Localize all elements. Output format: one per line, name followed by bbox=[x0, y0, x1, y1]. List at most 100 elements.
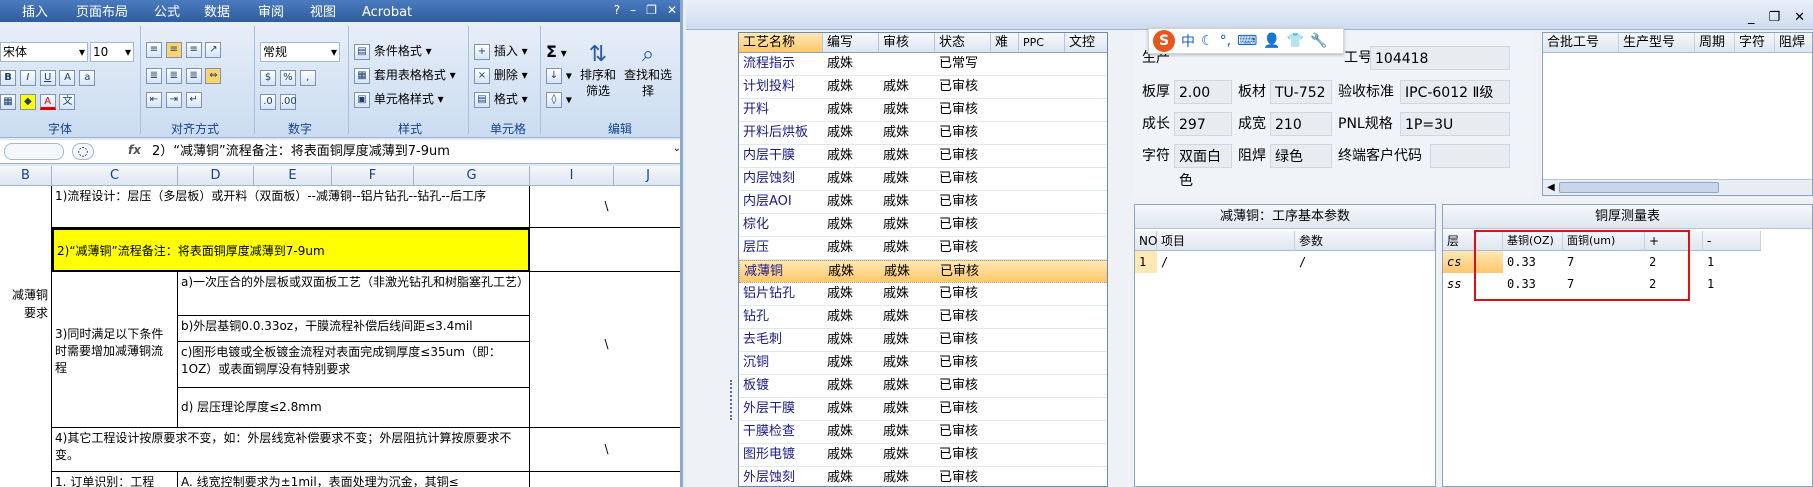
fill-button[interactable]: ↓ ▾ bbox=[546, 68, 572, 84]
help-icon[interactable]: ? bbox=[614, 3, 620, 17]
grow-font-icon[interactable]: A bbox=[59, 70, 76, 86]
sort-filter-button[interactable]: ⇅ 排序和筛选 bbox=[576, 42, 620, 99]
width-field[interactable]: 210 bbox=[1270, 112, 1332, 136]
plus-tol-cell[interactable]: 2 bbox=[1645, 251, 1703, 273]
merge-center-icon[interactable]: ⇔ bbox=[205, 68, 222, 84]
process-row[interactable]: 流程指示 戚姝 已常写 bbox=[739, 53, 1107, 76]
cell-c3[interactable]: 3)同时满足以下条件时需要增加减薄铜流程 bbox=[52, 272, 178, 428]
cell-c5[interactable]: 1. 订单识别：工程 bbox=[52, 472, 178, 487]
col-soldermask[interactable]: 阻焊 bbox=[1775, 33, 1812, 53]
col-doc-control[interactable]: 文控 bbox=[1065, 33, 1107, 53]
shrink-font-icon[interactable]: a bbox=[79, 70, 96, 86]
process-row[interactable]: 板镀 戚姝 戚姝 已审核 bbox=[739, 375, 1107, 398]
col-reviewer[interactable]: 审核 bbox=[879, 33, 935, 53]
col-base-copper[interactable]: 基铜(OZ) bbox=[1503, 231, 1563, 251]
minimize-icon[interactable]: _ bbox=[1748, 10, 1755, 25]
length-field[interactable]: 297 bbox=[1174, 112, 1232, 136]
skin-icon[interactable]: 👕 bbox=[1287, 33, 1304, 49]
decrease-decimal-icon[interactable]: .00 bbox=[279, 94, 297, 110]
process-row[interactable]: 层压 戚姝 戚姝 已审核 bbox=[739, 237, 1107, 260]
col-writer[interactable]: 编写 bbox=[823, 33, 879, 53]
col-minus[interactable]: - bbox=[1703, 231, 1761, 251]
minus-tol-cell[interactable]: 1 bbox=[1703, 273, 1761, 295]
cell-d4[interactable]: d) 层压理论厚度≤2.8mm bbox=[178, 388, 530, 428]
col-param[interactable]: 参数 bbox=[1295, 231, 1435, 251]
font-name-combo[interactable]: 宋体 ▾ bbox=[0, 42, 88, 62]
align-top-icon[interactable]: ≡ bbox=[146, 42, 162, 58]
cancel-entry-icon[interactable]: ◌ bbox=[72, 143, 94, 160]
param-row-item[interactable]: / bbox=[1157, 251, 1295, 273]
scrollbar-thumb[interactable] bbox=[1559, 182, 1719, 193]
moon-icon[interactable]: ☾ bbox=[1201, 33, 1214, 49]
tab-insert[interactable]: 插入 bbox=[14, 3, 56, 22]
tab-review[interactable]: 审阅 bbox=[250, 3, 292, 22]
process-row[interactable]: 去毛刺 戚姝 戚姝 已审核 bbox=[739, 329, 1107, 352]
minimize-icon[interactable]: – bbox=[630, 3, 636, 17]
cell-c2-selected[interactable]: 2)“减薄铜”流程备注：将表面铜厚度减薄到7-9um bbox=[52, 228, 530, 272]
col-status[interactable]: 状态 bbox=[935, 33, 991, 53]
process-row[interactable]: 内层AOI 戚姝 戚姝 已审核 bbox=[739, 191, 1107, 214]
param-row-no[interactable]: 1 bbox=[1135, 251, 1157, 273]
process-row[interactable]: 开料后烘板 戚姝 戚姝 已审核 bbox=[739, 122, 1107, 145]
process-row[interactable]: 棕化 戚姝 戚姝 已审核 bbox=[739, 214, 1107, 237]
fill-color-icon[interactable]: ◆ bbox=[19, 94, 36, 110]
thickness-field[interactable]: 2.00 bbox=[1174, 80, 1232, 104]
align-left-icon[interactable]: ≣ bbox=[146, 68, 162, 84]
worksheet-grid[interactable]: B C D E F G I J 减薄铜 要求 1)流程设计：层压（多层板）或开料… bbox=[0, 166, 680, 487]
col-period[interactable]: 周期 bbox=[1695, 33, 1735, 53]
cell-d3[interactable]: c)图形电镀或全板镀金流程对表面完成铜厚度≤35um（即：1OZ）或表面铜厚没有… bbox=[178, 342, 530, 388]
process-row[interactable]: 铝片钻孔 戚姝 戚姝 已审核 bbox=[739, 283, 1107, 306]
close-icon[interactable]: ✕ bbox=[667, 3, 677, 17]
increase-decimal-icon[interactable]: .0 bbox=[260, 94, 276, 110]
format-as-table-button[interactable]: ▦ 套用表格格式 ▾ bbox=[354, 66, 456, 84]
decrease-indent-icon[interactable]: ⇤ bbox=[146, 92, 162, 108]
process-row[interactable]: 开料 戚姝 戚姝 已审核 bbox=[739, 99, 1107, 122]
col-plus[interactable]: + bbox=[1645, 231, 1703, 251]
align-bottom-icon[interactable]: ≡ bbox=[185, 42, 202, 58]
process-row[interactable]: 内层干膜 戚姝 戚姝 已审核 bbox=[739, 145, 1107, 168]
column-header-g[interactable]: G bbox=[414, 166, 530, 186]
cell-i4[interactable]: \ bbox=[530, 428, 680, 472]
clear-button[interactable]: ◊ ▾ bbox=[546, 92, 572, 108]
col-surface-copper[interactable]: 面铜(um) bbox=[1563, 231, 1645, 251]
cell-c1[interactable]: 1)流程设计：层压（多层板）或开料（双面板）--减薄铜--铝片钻孔--钻孔--后… bbox=[52, 186, 530, 228]
legend-field[interactable]: 双面白色 bbox=[1174, 144, 1232, 189]
restore-icon[interactable]: ❐ bbox=[1768, 10, 1780, 25]
splitter-handle[interactable] bbox=[730, 380, 736, 420]
function-icon[interactable]: fx bbox=[128, 143, 141, 157]
col-process-name[interactable]: 工艺名称 bbox=[739, 33, 823, 53]
cell-d2[interactable]: b)外层基铜0.0.33oz，干膜流程补偿后线间距≤3.4mil bbox=[178, 316, 530, 342]
process-row[interactable]: 沉铜 戚姝 戚姝 已审核 bbox=[739, 352, 1107, 375]
col-merge-lot[interactable]: 合批工号 bbox=[1543, 33, 1619, 53]
column-header-c[interactable]: C bbox=[52, 166, 178, 186]
user-icon[interactable]: 👤 bbox=[1263, 33, 1280, 49]
tab-page-layout[interactable]: 页面布局 bbox=[68, 3, 136, 22]
column-header-e[interactable]: E bbox=[254, 166, 332, 186]
border-icon[interactable]: ▦ bbox=[0, 94, 16, 110]
increase-indent-icon[interactable]: ⇥ bbox=[165, 92, 182, 108]
tab-view[interactable]: 视图 bbox=[302, 3, 344, 22]
process-row[interactable]: 计划投料 戚姝 戚姝 已审核 bbox=[739, 76, 1107, 99]
process-row[interactable]: 图形电镀 戚姝 戚姝 已审核 bbox=[739, 444, 1107, 467]
process-row[interactable]: 钻孔 戚姝 戚姝 已审核 bbox=[739, 306, 1107, 329]
column-header-j[interactable]: J bbox=[614, 166, 680, 186]
cell-styles-button[interactable]: ▣ 单元格样式 ▾ bbox=[354, 90, 444, 108]
base-copper-cell[interactable]: 0.33 bbox=[1503, 273, 1563, 295]
minus-tol-cell[interactable]: 1 bbox=[1703, 251, 1761, 273]
align-right-icon[interactable]: ≣ bbox=[185, 68, 202, 84]
process-row[interactable]: 减薄铜 戚姝 戚姝 已审核 bbox=[739, 260, 1107, 283]
column-header-b[interactable]: B bbox=[0, 166, 52, 186]
keyboard-icon[interactable]: ⌨ bbox=[1237, 33, 1257, 49]
col-item[interactable]: 项目 bbox=[1157, 231, 1295, 251]
column-header-i[interactable]: I bbox=[530, 166, 614, 186]
delete-cells-button[interactable]: × 删除 ▾ bbox=[474, 66, 528, 84]
process-row[interactable]: 外层蚀刻 戚姝 戚姝 已审核 bbox=[739, 467, 1107, 486]
number-format-combo[interactable]: 常规 ▾ bbox=[260, 42, 340, 62]
base-copper-cell[interactable]: 0.33 bbox=[1503, 251, 1563, 273]
autosum-button[interactable]: Σ ▾ bbox=[546, 42, 567, 61]
wrap-text-icon[interactable]: ↵ bbox=[185, 92, 202, 108]
font-color-icon[interactable]: A bbox=[39, 94, 56, 110]
punctuation-icon[interactable]: °, bbox=[1220, 33, 1231, 49]
column-header-d[interactable]: D bbox=[178, 166, 254, 186]
format-cells-button[interactable]: ▤ 格式 ▾ bbox=[474, 90, 528, 108]
